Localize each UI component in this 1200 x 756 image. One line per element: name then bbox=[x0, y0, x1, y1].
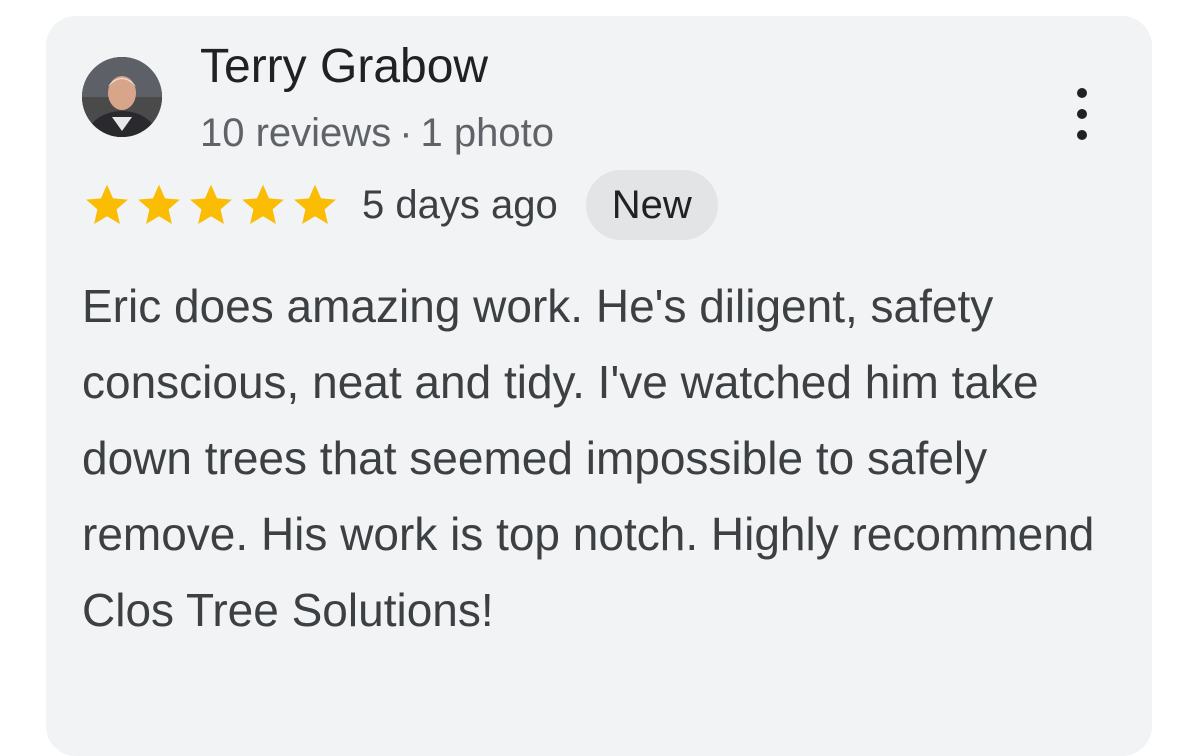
star-icon bbox=[186, 180, 236, 230]
reviews-count: 10 reviews bbox=[200, 111, 392, 155]
star-icon bbox=[290, 180, 340, 230]
review-text: Eric does amazing work. He's diligent, s… bbox=[82, 280, 1095, 636]
star-icon bbox=[82, 180, 132, 230]
meta-separator: · bbox=[399, 111, 413, 155]
rating-row: 5 days ago New bbox=[82, 170, 718, 240]
new-badge: New bbox=[585, 170, 718, 240]
reviewer-name[interactable]: Terry Grabow bbox=[200, 38, 488, 96]
reviewer-meta: 10 reviews · 1 photo bbox=[200, 108, 554, 158]
star-rating bbox=[82, 180, 340, 230]
avatar-image bbox=[82, 57, 162, 137]
star-icon bbox=[238, 180, 288, 230]
reviewer-avatar[interactable] bbox=[82, 57, 162, 137]
photos-count: 1 photo bbox=[420, 111, 554, 155]
star-icon bbox=[134, 180, 184, 230]
review-date: 5 days ago bbox=[362, 182, 558, 227]
more-options-button[interactable] bbox=[1064, 84, 1100, 144]
more-vertical-icon bbox=[1077, 88, 1087, 98]
